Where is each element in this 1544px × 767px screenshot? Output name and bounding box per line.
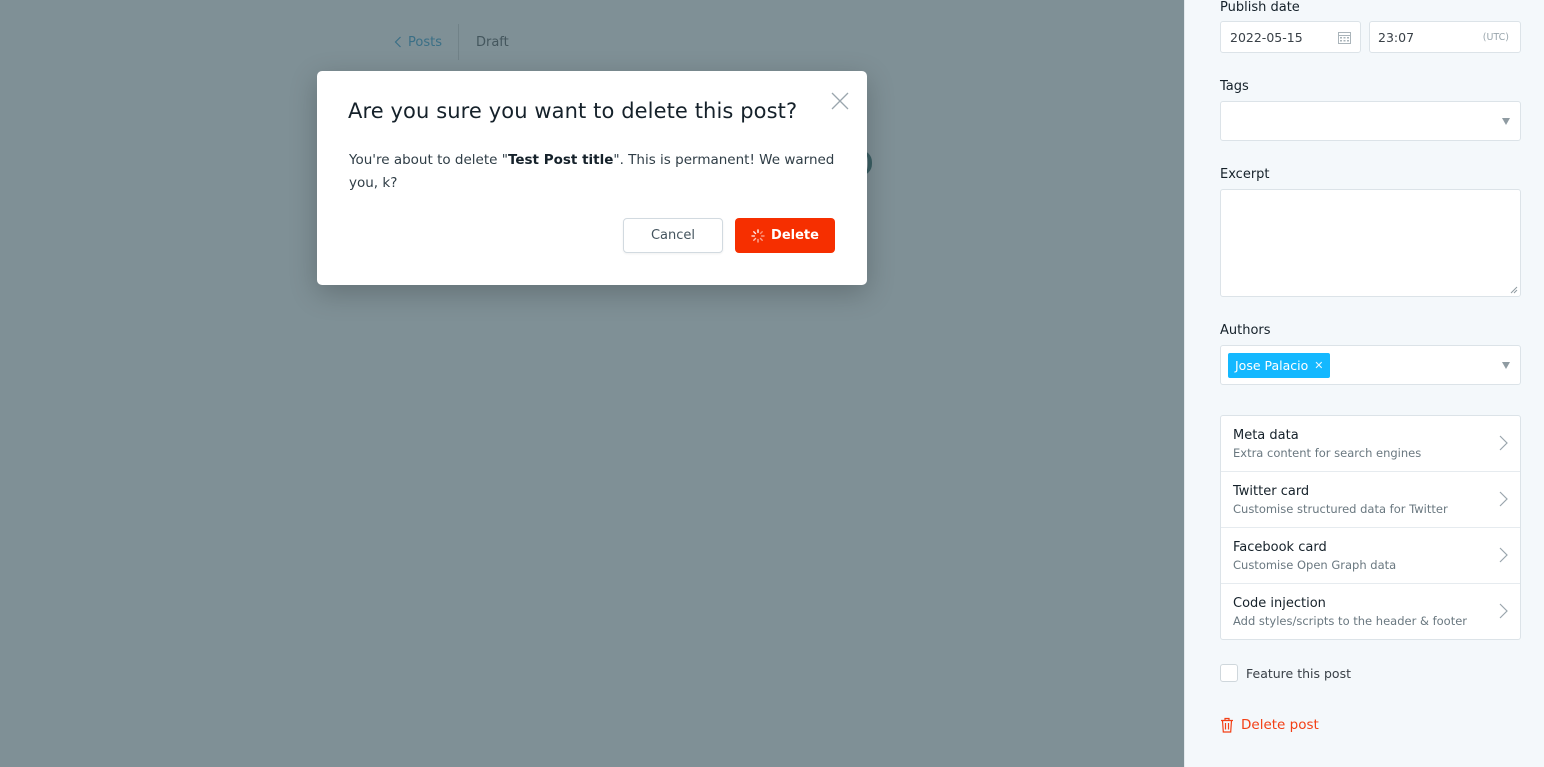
modal-message: You're about to delete "Test Post title"… [349, 149, 839, 195]
settings-item-desc: Customise Open Graph data [1233, 558, 1397, 572]
settings-item-desc: Add styles/scripts to the header & foote… [1233, 614, 1468, 628]
publish-date-input[interactable]: 2022-05-15 [1220, 21, 1361, 53]
delete-button-label: Delete [771, 228, 819, 243]
editor-topbar: Posts Draft [394, 24, 509, 60]
settings-item-code-injection[interactable]: Code injection Add styles/scripts to the… [1221, 584, 1520, 639]
delete-post-link[interactable]: Delete post [1220, 717, 1319, 733]
settings-item-desc: Customise structured data for Twitter [1233, 502, 1448, 516]
chevron-right-icon [1499, 547, 1508, 563]
spinner-icon [751, 228, 765, 243]
tags-label: Tags [1220, 79, 1249, 94]
post-status: Draft [475, 34, 509, 50]
settings-item-facebook-card[interactable]: Facebook card Customise Open Graph data [1221, 528, 1520, 584]
feature-post-checkbox[interactable] [1220, 664, 1238, 682]
modal-title: Are you sure you want to delete this pos… [348, 99, 798, 123]
caret-down-icon [1502, 118, 1510, 125]
publish-date-value: 2022-05-15 [1230, 29, 1303, 45]
cancel-button[interactable]: Cancel [623, 218, 723, 253]
modal-post-title: Test Post title [507, 152, 614, 168]
resize-handle-icon[interactable] [1510, 286, 1518, 294]
settings-item-title: Twitter card [1233, 484, 1310, 499]
caret-down-icon [1502, 362, 1510, 369]
breadcrumb-posts-link[interactable]: Posts [394, 24, 459, 60]
authors-label: Authors [1220, 323, 1271, 338]
chevron-left-icon [394, 36, 401, 48]
chevron-right-icon [1499, 603, 1508, 619]
excerpt-textarea[interactable] [1220, 189, 1521, 297]
settings-item-twitter-card[interactable]: Twitter card Customise structured data f… [1221, 472, 1520, 528]
author-chip: Jose Palacio ✕ [1228, 353, 1330, 378]
feature-post-toggle[interactable]: Feature this post [1220, 664, 1351, 682]
settings-item-desc: Extra content for search engines [1233, 446, 1422, 460]
tags-input[interactable] [1220, 101, 1521, 141]
remove-author-icon[interactable]: ✕ [1314, 359, 1323, 372]
excerpt-label: Excerpt [1220, 167, 1270, 182]
cancel-button-label: Cancel [650, 228, 696, 243]
post-settings-sidebar: Publish date 2022-05-15 23:07 (UTC) Tags… [1184, 0, 1544, 767]
publish-time-value: 23:07 [1378, 29, 1415, 45]
settings-item-meta-data[interactable]: Meta data Extra content for search engin… [1221, 416, 1520, 472]
authors-input[interactable]: Jose Palacio ✕ [1220, 345, 1521, 385]
calendar-icon [1338, 32, 1351, 44]
timezone-label: (UTC) [1482, 32, 1509, 43]
trash-icon [1221, 717, 1233, 733]
breadcrumb-posts-label: Posts [408, 34, 442, 50]
chevron-right-icon [1499, 435, 1508, 451]
publish-time-input[interactable]: 23:07 (UTC) [1369, 21, 1521, 53]
delete-post-modal: Are you sure you want to delete this pos… [317, 71, 867, 285]
publish-date-label: Publish date [1220, 0, 1300, 15]
delete-button[interactable]: Delete [735, 218, 835, 253]
delete-post-label: Delete post [1241, 717, 1319, 733]
modal-message-before: You're about to delete " [349, 152, 508, 168]
settings-item-title: Meta data [1233, 428, 1299, 443]
settings-item-title: Code injection [1233, 596, 1326, 611]
author-chip-label: Jose Palacio [1235, 358, 1309, 373]
close-icon[interactable] [829, 90, 851, 112]
settings-item-title: Facebook card [1233, 540, 1327, 555]
feature-post-label: Feature this post [1246, 665, 1351, 681]
settings-menu: Meta data Extra content for search engin… [1220, 415, 1521, 640]
chevron-right-icon [1499, 491, 1508, 507]
